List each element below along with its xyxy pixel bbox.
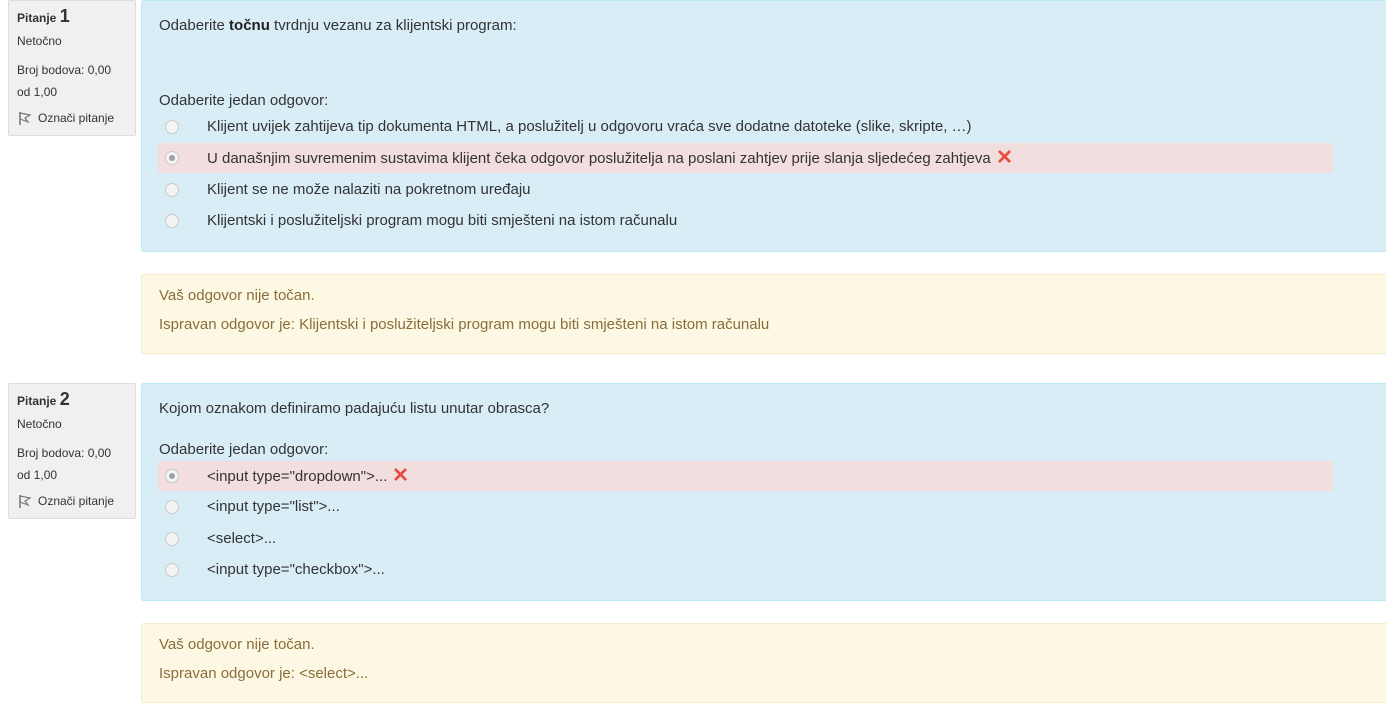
answer-radio-selected[interactable] — [165, 151, 179, 165]
answer-option[interactable]: Klijent se ne može nalaziti na pokretnom… — [158, 175, 1333, 205]
answer-label: <select>... — [207, 530, 277, 547]
grade-line: Broj bodova: 0,00 — [17, 446, 112, 460]
question-text-emphasis: točnu — [229, 17, 270, 34]
incorrect-icon — [998, 149, 1011, 163]
flag-question-link[interactable]: Označi pitanje — [17, 492, 127, 510]
answer-prompt: Odaberite jedan odgovor: — [159, 441, 329, 458]
flag-icon — [19, 495, 32, 508]
question-formulation-1: Odaberite točnu tvrdnju vezanu za klijen… — [141, 0, 1386, 252]
grade-max-line: od 1,00 — [17, 85, 58, 99]
question-number: 2 — [59, 389, 70, 409]
flag-icon — [19, 112, 32, 125]
answer-label: Klijent se ne može nalaziti na pokretnom… — [207, 181, 531, 198]
answer-radio[interactable] — [165, 214, 179, 228]
flag-question-link[interactable]: Označi pitanje — [17, 109, 127, 127]
answer-radio[interactable] — [165, 120, 179, 134]
grade-line: Broj bodova: 0,00 — [17, 63, 112, 77]
answer-radio[interactable] — [165, 563, 179, 577]
question-state: Netočno — [17, 34, 62, 48]
answer-option[interactable]: <input type="checkbox">... — [158, 555, 1333, 585]
question-grade: Broj bodova: 0,00 od 1,00 — [17, 59, 127, 103]
answer-radio[interactable] — [165, 532, 179, 546]
question-outcome-1: Vaš odgovor nije točan. Ispravan odgovor… — [141, 274, 1386, 354]
feedback-text: Vaš odgovor nije točan. — [159, 287, 315, 304]
answer-option-selected[interactable]: U današnjim suvremenim sustavima klijent… — [158, 143, 1333, 173]
question-text-part: tvrdnju vezanu za klijentski program: — [269, 17, 517, 34]
question-state: Netočno — [17, 417, 62, 431]
question-text: Odaberite točnu tvrdnju vezanu za klijen… — [159, 17, 517, 35]
answer-option[interactable]: <input type="list">... — [158, 492, 1333, 522]
answer-radio[interactable] — [165, 183, 179, 197]
answer-label: U današnjim suvremenim sustavima klijent… — [207, 149, 1012, 168]
right-answer-text: Ispravan odgovor je: <select>... — [159, 665, 369, 682]
answer-option[interactable]: Klijent uvijek zahtijeva tip dokumenta H… — [158, 112, 1333, 142]
question-number: 1 — [59, 6, 70, 26]
answer-option-selected[interactable]: <input type="dropdown">... — [158, 461, 1333, 491]
answer-radio-selected[interactable] — [165, 469, 179, 483]
flag-label: Označi pitanje — [38, 111, 115, 125]
grade-max-line: od 1,00 — [17, 468, 58, 482]
question-text-part: Odaberite — [159, 17, 230, 34]
answer-option[interactable]: <select>... — [158, 524, 1333, 554]
question-label: Pitanje — [17, 394, 57, 408]
question-label: Pitanje — [17, 11, 57, 25]
answer-option[interactable]: Klijentski i poslužiteljski program mogu… — [158, 206, 1333, 236]
question-title: Pitanje 1 — [17, 7, 127, 27]
question-outcome-2: Vaš odgovor nije točan. Ispravan odgovor… — [141, 623, 1386, 703]
feedback-text: Vaš odgovor nije točan. — [159, 636, 315, 653]
right-answer-text: Ispravan odgovor je: Klijentski i posluž… — [159, 316, 770, 333]
question-grade: Broj bodova: 0,00 od 1,00 — [17, 442, 127, 486]
incorrect-icon — [394, 467, 407, 481]
flag-label: Označi pitanje — [38, 494, 115, 508]
answer-label-text: U današnjim suvremenim sustavima klijent… — [207, 149, 991, 167]
question-title: Pitanje 2 — [17, 390, 127, 410]
answer-label: <input type="dropdown">... — [207, 467, 408, 486]
answer-label: Klijent uvijek zahtijeva tip dokumenta H… — [207, 118, 972, 135]
question-formulation-2: Kojom oznakom definiramo padajuću listu … — [141, 383, 1386, 601]
answer-label: Klijentski i poslužiteljski program mogu… — [207, 212, 678, 229]
question-info-2: Pitanje 2 Netočno Broj bodova: 0,00 od 1… — [8, 383, 136, 519]
question-info-1: Pitanje 1 Netočno Broj bodova: 0,00 od 1… — [8, 0, 136, 136]
answer-radio[interactable] — [165, 500, 179, 514]
answer-label: <input type="checkbox">... — [207, 561, 385, 578]
answer-label: <input type="list">... — [207, 498, 340, 515]
question-text: Kojom oznakom definiramo padajuću listu … — [159, 400, 550, 417]
answer-prompt: Odaberite jedan odgovor: — [159, 92, 329, 109]
answer-label-text: <input type="dropdown">... — [207, 467, 388, 485]
